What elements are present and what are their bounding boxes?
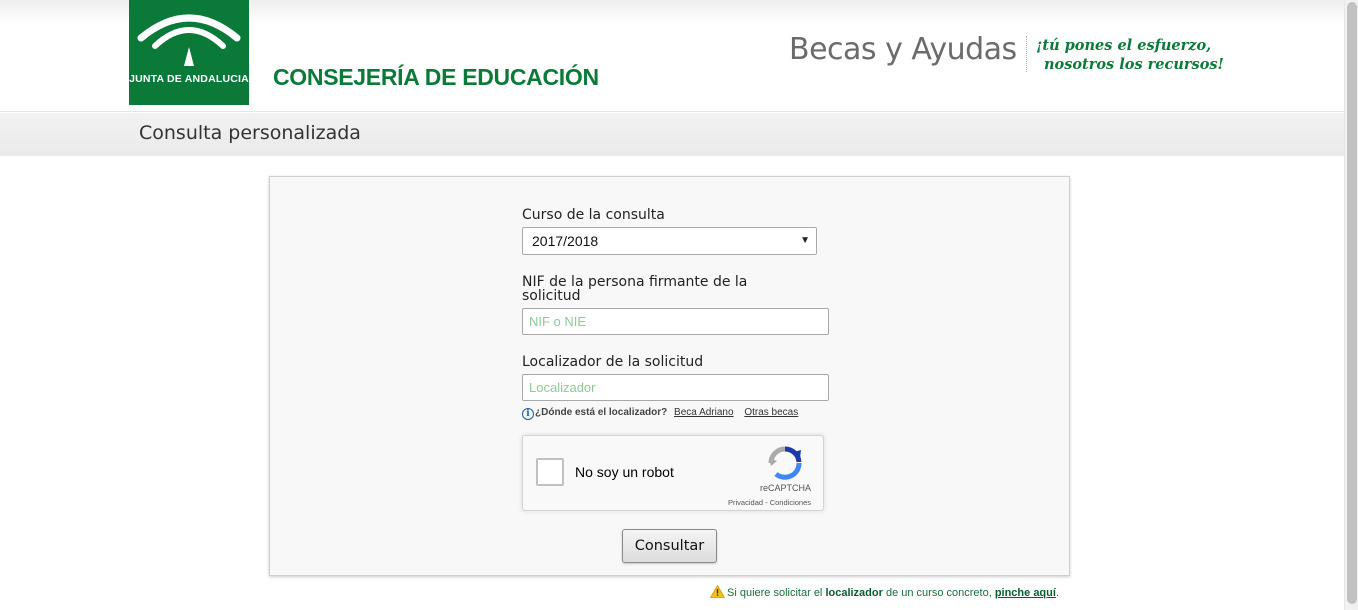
- localizador-footnote: Si quiere solicitar el localizador de un…: [710, 585, 1059, 599]
- recaptcha-separator: -: [763, 498, 770, 507]
- recaptcha-brand: reCAPTCHA: [759, 483, 811, 493]
- consultar-button[interactable]: Consultar: [622, 529, 717, 563]
- tagline-line-2: nosotros los recursos!: [1044, 56, 1224, 73]
- help-question: ¿Dónde está el localizador?: [535, 407, 668, 418]
- recaptcha-privacy-link[interactable]: Privacidad: [728, 498, 763, 507]
- consulta-form-panel: Curso de la consulta 2017/2018 ▼ NIF de …: [269, 176, 1070, 576]
- footnote-bold: localizador: [825, 587, 883, 599]
- junta-de-andalucia-logo[interactable]: JUNTA DE ANDALUCIA: [129, 0, 249, 105]
- tagline: ¡tú pones el esfuerzo, nosotros los recu…: [1036, 36, 1224, 74]
- course-label: Curso de la consulta: [522, 207, 665, 223]
- locator-help: i ¿Dónde está el localizador? Beca Adrian…: [522, 407, 798, 421]
- site-header: JUNTA DE ANDALUCIA CONSEJERÍA DE EDUCACI…: [0, 0, 1344, 112]
- footnote-prefix: Si quiere solicitar el: [727, 587, 826, 599]
- course-select[interactable]: 2017/2018 ▼: [522, 227, 817, 255]
- course-selected-value: 2017/2018: [532, 233, 599, 249]
- otras-becas-link[interactable]: Otras becas: [744, 407, 798, 418]
- nif-label: NIF de la persona firmante de la solicit…: [522, 274, 748, 304]
- vertical-scrollbar[interactable]: [1344, 0, 1358, 610]
- info-icon: i: [522, 408, 534, 420]
- logo-text: JUNTA DE ANDALUCIA: [129, 73, 249, 85]
- nif-input[interactable]: [522, 308, 829, 335]
- recaptcha-links: Privacidad - Condiciones: [728, 498, 811, 507]
- footnote-suffix: .: [1055, 587, 1059, 599]
- recaptcha-logo-icon: [768, 446, 802, 480]
- locator-label: Localizador de la solicitud: [522, 354, 704, 370]
- footnote-middle: de un curso concreto,: [882, 587, 995, 599]
- dropdown-arrow-icon: ▼: [800, 235, 810, 246]
- tagline-line-1: ¡tú pones el esfuerzo,: [1036, 37, 1212, 54]
- page-title: Consulta personalizada: [139, 122, 361, 144]
- recaptcha-label: No soy un robot: [575, 464, 674, 480]
- beca-adriano-link[interactable]: Beca Adriano: [674, 407, 734, 418]
- department-name: CONSEJERÍA DE EDUCACIÓN: [273, 64, 599, 90]
- recaptcha-checkbox[interactable]: [536, 458, 564, 486]
- pinche-aqui-link[interactable]: pinche aquí: [995, 587, 1056, 599]
- recaptcha-terms-link[interactable]: Condiciones: [770, 498, 811, 507]
- recaptcha-widget: No soy un robot reCAPTCHA Privacidad - C…: [522, 435, 824, 511]
- andalucia-arch-icon: [137, 14, 241, 66]
- program-title: Becas y Ayudas: [789, 32, 1017, 67]
- warning-icon: [710, 585, 725, 598]
- locator-input[interactable]: [522, 374, 829, 401]
- page-title-bar: Consulta personalizada: [0, 113, 1344, 156]
- scrollbar-thumb[interactable]: [1347, 2, 1357, 604]
- tagline-divider: [1026, 36, 1027, 72]
